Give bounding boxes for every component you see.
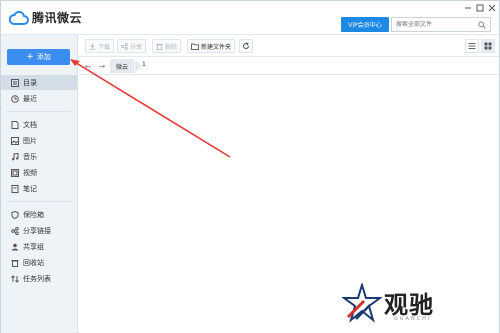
video-icon [11, 168, 19, 177]
vip-center-button[interactable]: VIP会员中心 [341, 17, 389, 32]
group-icon [11, 243, 19, 251]
sidebar-item-recent[interactable]: 最近 [1, 91, 77, 106]
note-icon [11, 184, 19, 193]
directory-icon [11, 78, 19, 87]
download-label: 下载 [98, 43, 111, 51]
search-input[interactable] [396, 21, 476, 28]
clock-icon [11, 94, 19, 103]
task-list-icon [11, 274, 19, 283]
search-box[interactable] [391, 17, 491, 32]
back-arrow-icon[interactable]: ← [83, 60, 93, 72]
sidebar-item-label: 音乐 [23, 152, 37, 161]
image-icon [11, 136, 19, 145]
share-link-icon [11, 226, 19, 235]
sidebar-item-label: 目录 [23, 78, 37, 87]
watermark-text: 观驰 [384, 291, 434, 319]
app-title: 腾讯微云 [32, 11, 83, 25]
safe-icon [11, 210, 19, 219]
delete-label: 删除 [165, 43, 178, 51]
grid-view-button[interactable] [481, 39, 495, 53]
sidebar-item-notes[interactable]: 笔记 [1, 181, 77, 196]
sidebar-divider [7, 111, 71, 112]
app-logo: 腾讯微云 [8, 9, 83, 26]
sidebar-item-recycle-bin[interactable]: 回收站 [1, 255, 77, 270]
new-folder-button[interactable]: 新建文件夹 [187, 39, 236, 53]
grid-view-icon [484, 42, 492, 50]
sidebar-item-label: 保险箱 [23, 210, 44, 219]
breadcrumb: ← → 微云 1 [79, 57, 499, 75]
sidebar-item-label: 分享链接 [23, 226, 51, 235]
title-bar: 腾讯微云 VIP会员中心 [1, 1, 499, 35]
music-icon [11, 152, 19, 161]
plus-icon: + [26, 51, 34, 62]
refresh-button[interactable] [239, 39, 253, 53]
add-button-label: 添加 [36, 53, 51, 61]
toolbar: 下载 分享 删除 新建文件夹 [79, 35, 499, 57]
watermark-subtext: GUANCHI [394, 316, 432, 322]
sidebar-item-label: 笔记 [23, 184, 37, 193]
trash-icon [11, 259, 19, 267]
list-view-button[interactable] [465, 39, 479, 53]
document-icon [11, 120, 19, 129]
sidebar-item-music[interactable]: 音乐 [1, 149, 77, 164]
sidebar-divider [7, 201, 71, 202]
sidebar-item-label: 回收站 [23, 258, 44, 267]
sidebar-item-label: 图片 [23, 136, 37, 145]
add-button[interactable]: + 添加 [7, 49, 70, 65]
breadcrumb-current[interactable]: 微云 [110, 59, 135, 73]
new-folder-icon [191, 42, 199, 50]
sidebar-item-safe[interactable]: 保险箱 [1, 207, 77, 222]
sidebar-item-shared-group[interactable]: 共享组 [1, 239, 77, 254]
breadcrumb-separator [135, 59, 141, 73]
share-icon [121, 42, 128, 50]
forward-arrow-icon[interactable]: → [97, 60, 107, 72]
search-icon[interactable] [478, 21, 486, 31]
sidebar-item-label: 任务列表 [23, 274, 51, 283]
watermark: 观驰 GUANCHI [340, 283, 470, 327]
share-label: 分享 [130, 43, 143, 51]
sidebar-item-label: 文档 [23, 120, 37, 129]
sidebar-item-directory[interactable]: 目录 [1, 75, 77, 90]
refresh-icon [243, 42, 249, 49]
download-icon [89, 42, 96, 50]
maximize-icon[interactable] [475, 3, 485, 13]
sidebar: + 添加 目录 最近 文档 图片 音乐 视频 笔记 保险箱 分享链接 共享组 回… [1, 35, 78, 333]
cloud-logo-icon [8, 10, 29, 25]
share-button[interactable]: 分享 [117, 39, 147, 53]
breadcrumb-count: 1 [142, 61, 146, 68]
delete-button[interactable]: 删除 [152, 39, 182, 53]
watermark-logo-icon [342, 283, 382, 323]
sidebar-item-videos[interactable]: 视频 [1, 165, 77, 180]
new-folder-label: 新建文件夹 [201, 43, 232, 51]
sidebar-item-label: 最近 [23, 94, 37, 103]
delete-icon [156, 43, 163, 50]
sidebar-item-label: 共享组 [23, 242, 44, 251]
download-button[interactable]: 下载 [85, 39, 115, 53]
sidebar-item-documents[interactable]: 文档 [1, 117, 77, 132]
sidebar-item-share-links[interactable]: 分享链接 [1, 223, 77, 238]
minimize-icon[interactable] [463, 3, 473, 13]
sidebar-item-label: 视频 [23, 168, 37, 177]
sidebar-item-images[interactable]: 图片 [1, 133, 77, 148]
close-icon[interactable] [487, 3, 497, 13]
list-view-icon [468, 43, 476, 49]
sidebar-item-task-list[interactable]: 任务列表 [1, 271, 77, 286]
